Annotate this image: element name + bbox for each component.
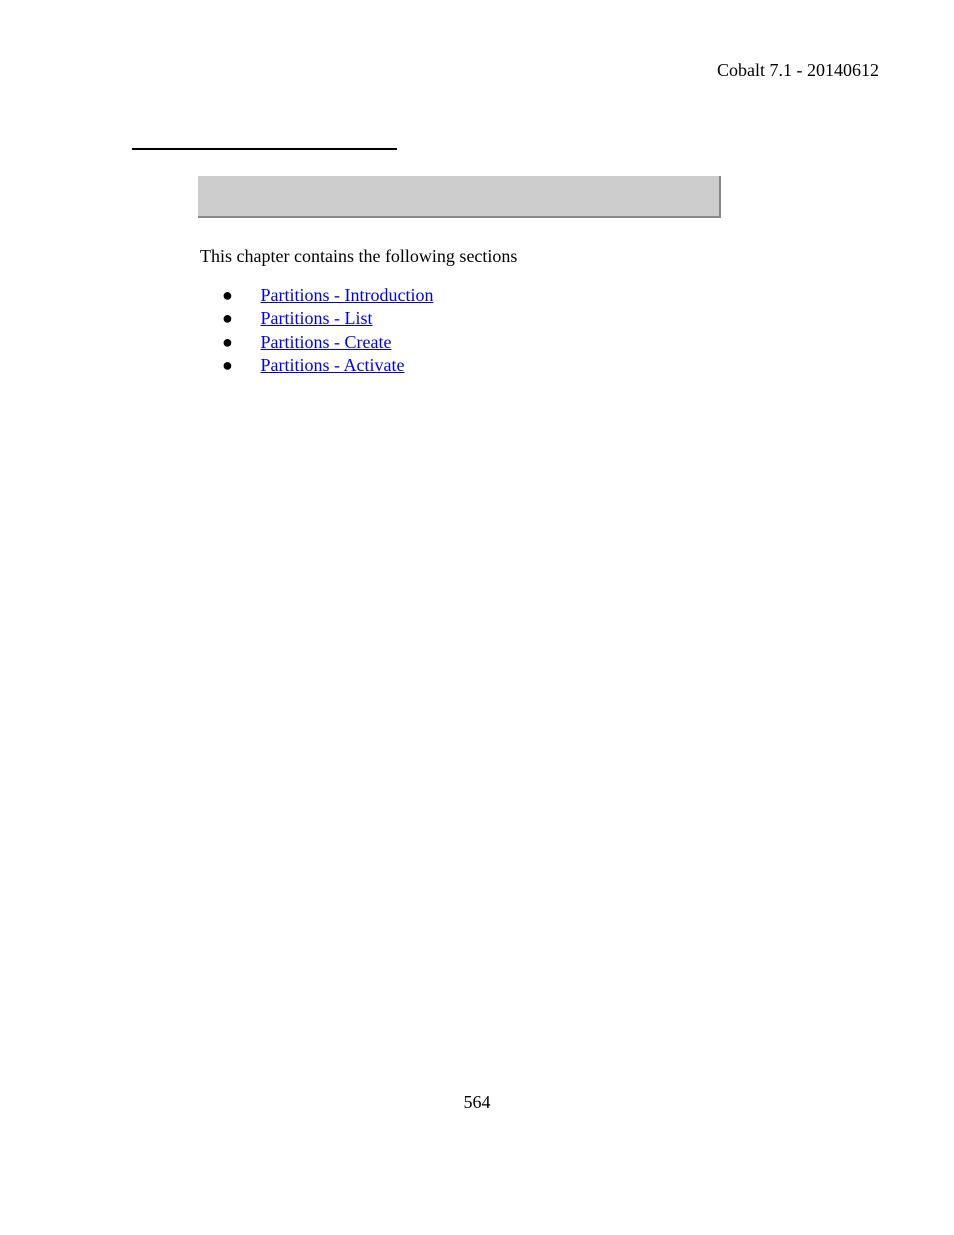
section-link-list: ● Partitions - Introduction ● Partitions…	[222, 284, 433, 378]
intro-text: This chapter contains the following sect…	[200, 246, 517, 267]
list-item: ● Partitions - Introduction	[222, 284, 433, 307]
list-item: ● Partitions - Create	[222, 331, 433, 354]
page-number: 564	[0, 1092, 954, 1113]
link-partitions-list[interactable]: Partitions - List	[261, 308, 373, 328]
bullet-icon: ●	[222, 354, 256, 377]
link-partitions-create[interactable]: Partitions - Create	[261, 332, 392, 352]
list-item: ● Partitions - List	[222, 307, 433, 330]
bullet-icon: ●	[222, 307, 256, 330]
bullet-icon: ●	[222, 284, 256, 307]
title-box	[198, 176, 721, 218]
link-partitions-activate[interactable]: Partitions - Activate	[261, 355, 405, 375]
link-partitions-introduction[interactable]: Partitions - Introduction	[261, 285, 434, 305]
bullet-icon: ●	[222, 331, 256, 354]
list-item: ● Partitions - Activate	[222, 354, 433, 377]
header-version: Cobalt 7.1 - 20140612	[717, 60, 879, 81]
horizontal-rule	[132, 148, 397, 150]
